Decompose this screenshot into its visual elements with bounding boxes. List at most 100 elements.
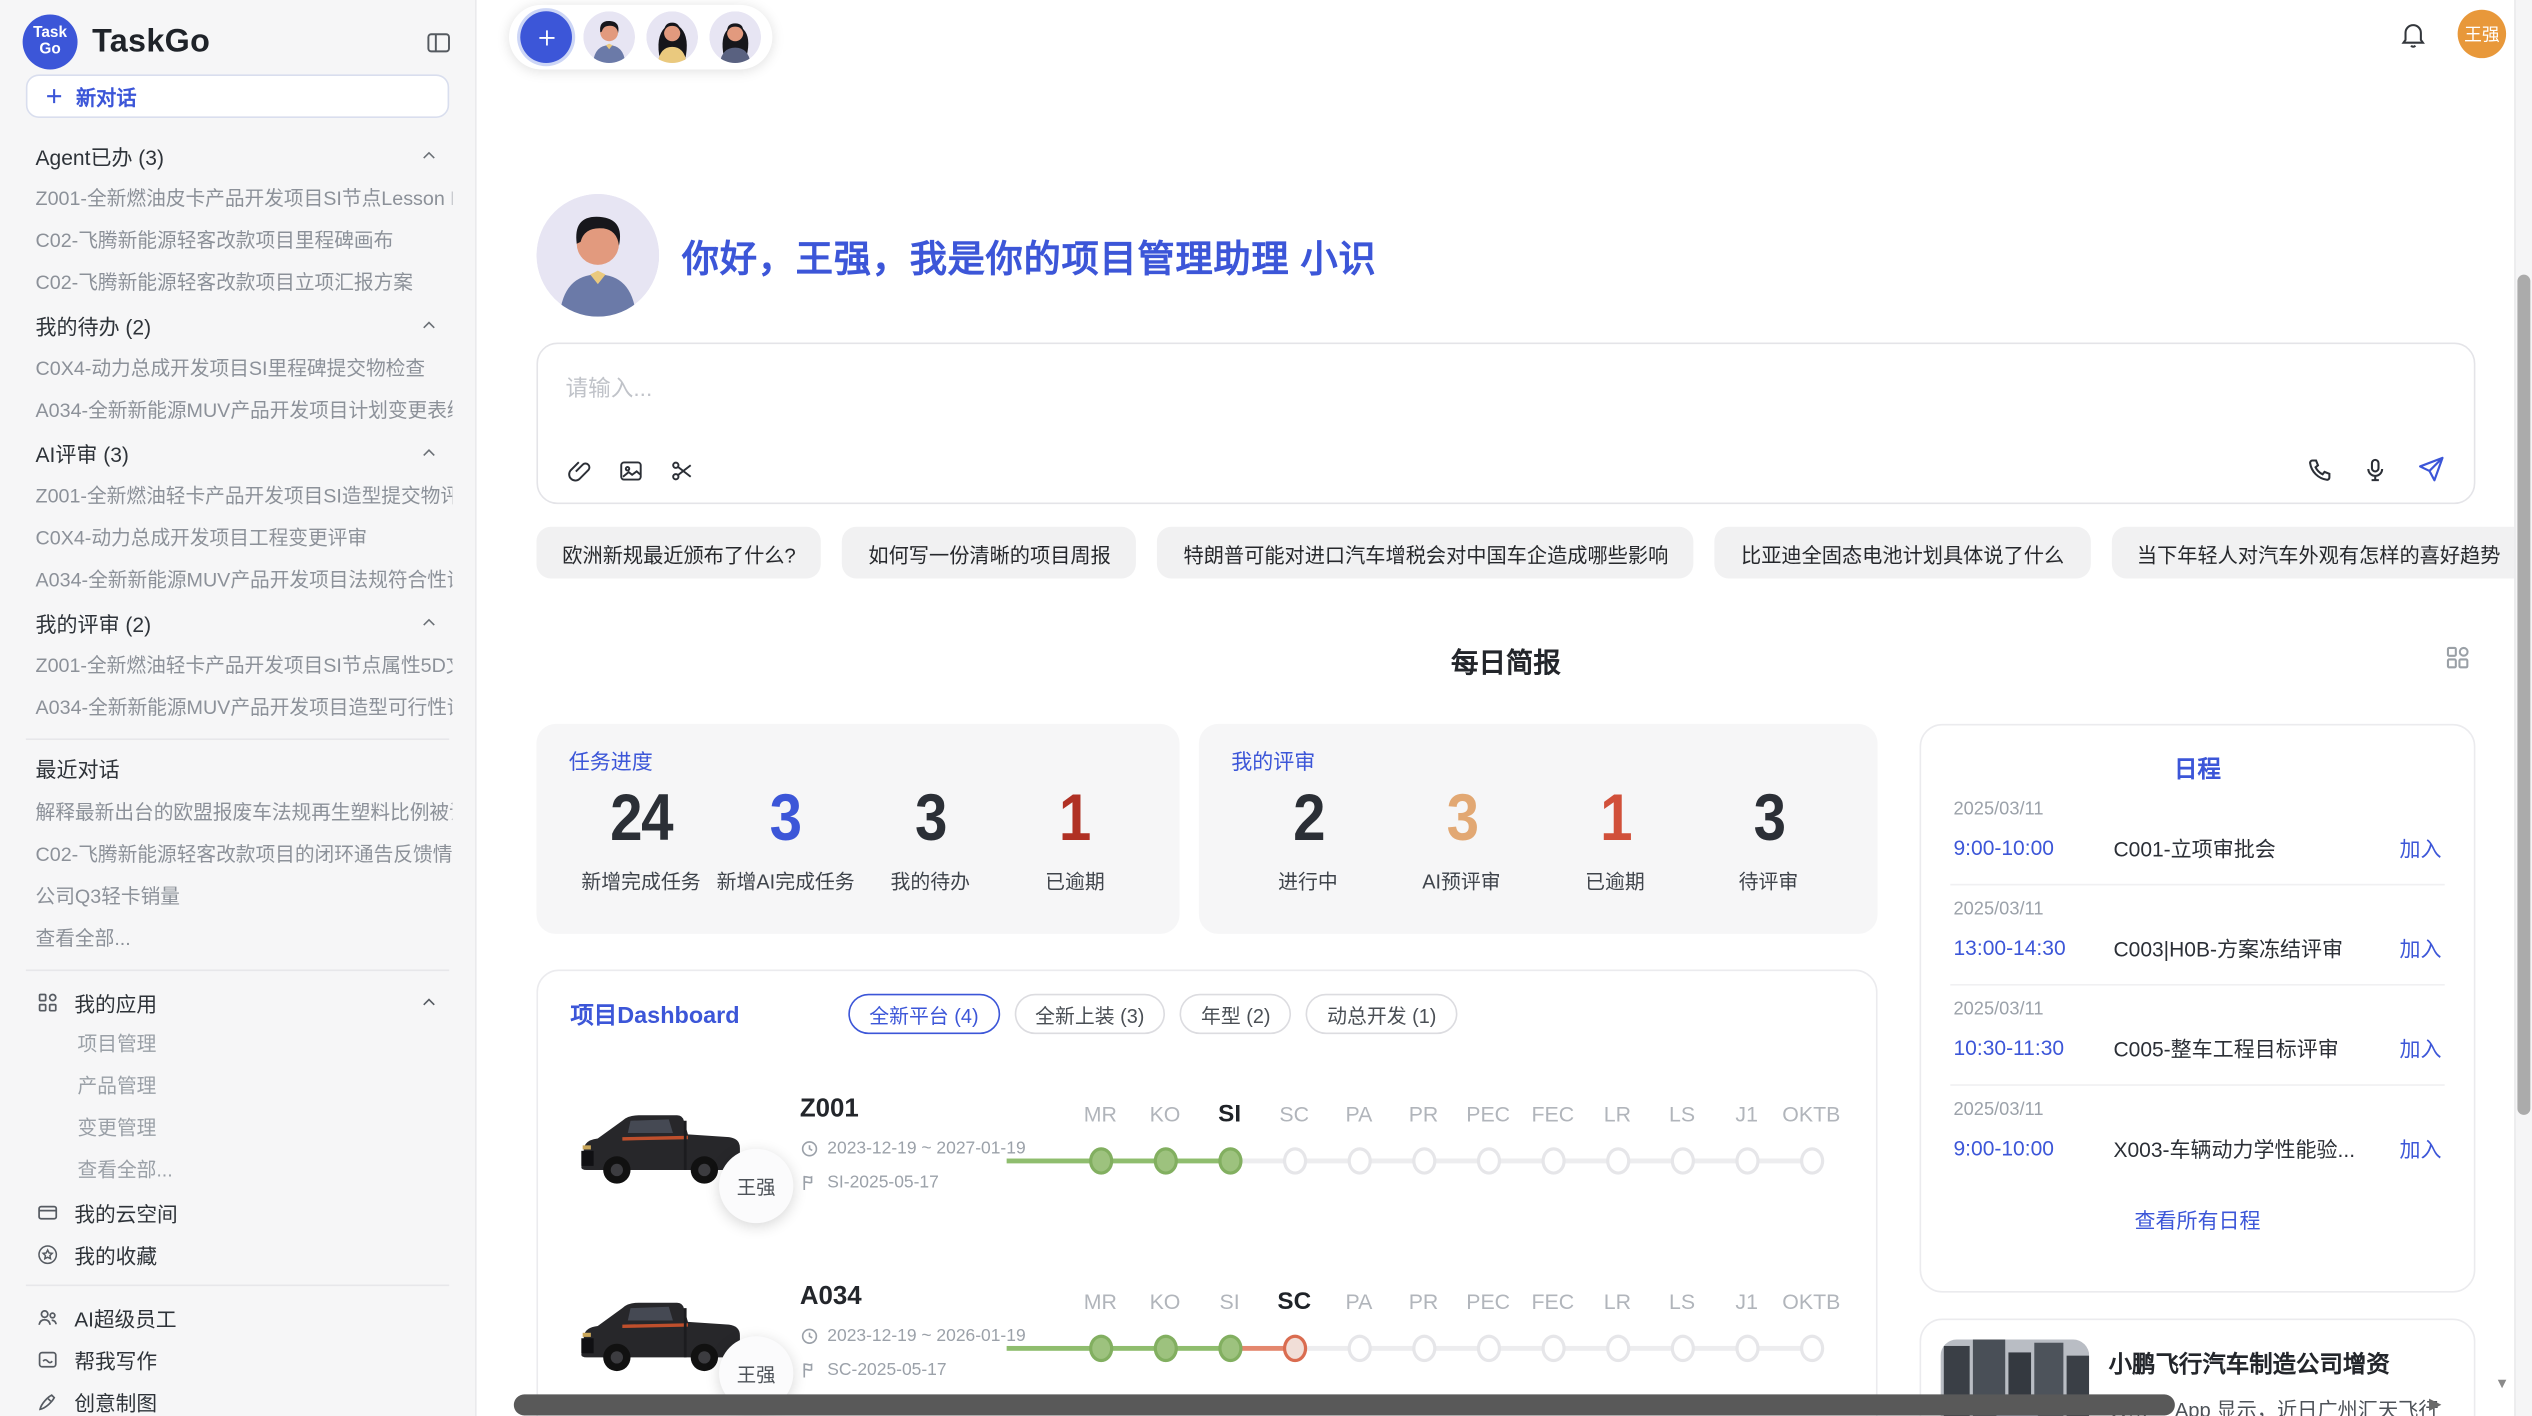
chevron-up-icon[interactable] bbox=[418, 145, 439, 166]
sidebar-item-ai-staff[interactable]: AI超级员工 bbox=[23, 1296, 453, 1338]
milestone-label: KO bbox=[1133, 1099, 1198, 1131]
recent-chat-item[interactable]: C02-飞腾新能源轻客改款项目的闭环通告反馈情况 bbox=[23, 834, 453, 876]
chevron-up-icon[interactable] bbox=[418, 315, 439, 336]
sidebar-task-item[interactable]: C0X4-动力总成开发项目SI里程碑提交物检查 bbox=[23, 347, 453, 389]
sidebar-section-header[interactable]: AI评审 (3) bbox=[23, 431, 453, 475]
suggestion-chip[interactable]: 如何写一份清晰的项目周报 bbox=[843, 527, 1137, 579]
sidebar-task-item[interactable]: C0X4-动力总成开发项目工程变更评审 bbox=[23, 517, 453, 559]
suggestion-chip[interactable]: 当下年轻人对汽车外观有怎样的喜好趋势 bbox=[2111, 527, 2526, 579]
project-milestone-flag: SI-2025-05-17 bbox=[800, 1173, 1059, 1192]
sidebar-task-item[interactable]: A034-全新新能源MUV产品开发项目法规符合性评审 bbox=[23, 559, 453, 601]
sidebar-task-item[interactable]: A034-全新新能源MUV产品开发项目计划变更表编写 bbox=[23, 389, 453, 431]
milestone-dot[interactable] bbox=[1218, 1335, 1242, 1362]
milestone-dot[interactable] bbox=[1670, 1147, 1694, 1174]
sidebar-item-creative-drawing[interactable]: 创意制图 bbox=[23, 1380, 453, 1416]
sidebar-task-item[interactable]: Z001-全新燃油轻卡产品开发项目SI造型提交物评审 bbox=[23, 475, 453, 517]
milestone-dot[interactable] bbox=[1088, 1147, 1112, 1174]
milestone-dot[interactable] bbox=[1153, 1147, 1177, 1174]
milestone-dot[interactable] bbox=[1476, 1147, 1500, 1174]
dashboard-filter-chip[interactable]: 年型 (2) bbox=[1180, 994, 1292, 1034]
sidebar-collapse-icon[interactable] bbox=[425, 28, 452, 55]
project-row[interactable]: 王强A034 2023-12-19 ~ 2026-01-19 SC-2025-0… bbox=[570, 1254, 1843, 1409]
sidebar-section-header[interactable]: Agent已办 (3) bbox=[23, 134, 453, 178]
join-meeting-link[interactable]: 加入 bbox=[2399, 932, 2441, 963]
app-item-view-all[interactable]: 查看全部... bbox=[65, 1149, 453, 1191]
milestone-dot[interactable] bbox=[1541, 1335, 1565, 1362]
milestone-dot[interactable] bbox=[1411, 1147, 1435, 1174]
milestone-dot[interactable] bbox=[1735, 1147, 1759, 1174]
app-item-project-mgmt[interactable]: 项目管理 bbox=[65, 1023, 453, 1065]
chevron-up-icon[interactable] bbox=[418, 991, 439, 1012]
image-icon[interactable] bbox=[617, 457, 644, 484]
scroll-right-arrow-icon[interactable]: ▶ bbox=[2429, 1396, 2441, 1414]
layout-grid-icon[interactable] bbox=[2443, 643, 2472, 672]
attachment-icon[interactable] bbox=[566, 457, 593, 484]
milestone-dot[interactable] bbox=[1605, 1335, 1629, 1362]
sidebar-section-header[interactable]: 我的评审 (2) bbox=[23, 601, 453, 645]
project-row[interactable]: 王强Z001 2023-12-19 ~ 2027-01-19 SI-2025-0… bbox=[570, 1066, 1843, 1221]
user-avatar[interactable]: 王强 bbox=[2458, 10, 2506, 58]
milestone-dot[interactable] bbox=[1282, 1147, 1306, 1174]
sidebar-item-write-helper[interactable]: 帮我写作 bbox=[23, 1338, 453, 1380]
send-icon[interactable] bbox=[2416, 454, 2447, 485]
milestone-dot[interactable] bbox=[1282, 1335, 1306, 1362]
phone-icon[interactable] bbox=[2306, 455, 2335, 484]
horizontal-scrollbar[interactable] bbox=[514, 1394, 2459, 1415]
join-meeting-link[interactable]: 加入 bbox=[2399, 1133, 2441, 1164]
new-chat-button[interactable]: 新对话 bbox=[26, 74, 449, 118]
milestone-dot[interactable] bbox=[1799, 1147, 1823, 1174]
sidebar-task-item[interactable]: C02-飞腾新能源轻客改款项目里程碑画布 bbox=[23, 220, 453, 262]
agent-avatar-2[interactable] bbox=[646, 11, 698, 63]
schedule-time: 9:00-10:00 bbox=[1954, 835, 2114, 859]
dashboard-filter-chip[interactable]: 全新平台 (4) bbox=[848, 994, 999, 1034]
chevron-up-icon[interactable] bbox=[418, 443, 439, 464]
milestone-dot[interactable] bbox=[1347, 1335, 1371, 1362]
milestone-dot[interactable] bbox=[1347, 1147, 1371, 1174]
milestone-dot[interactable] bbox=[1799, 1335, 1823, 1362]
scroll-down-arrow-icon[interactable]: ▼ bbox=[2495, 1375, 2509, 1391]
dashboard-filter-chip[interactable]: 动总开发 (1) bbox=[1306, 994, 1457, 1034]
sidebar-task-item[interactable]: A034-全新新能源MUV产品开发项目造型可行性评审 bbox=[23, 687, 453, 729]
milestone-dot[interactable] bbox=[1476, 1335, 1500, 1362]
sidebar-item-my-apps[interactable]: 我的应用 bbox=[23, 981, 453, 1023]
sidebar-section-header[interactable]: 我的待办 (2) bbox=[23, 304, 453, 348]
recent-chat-item[interactable]: 解释最新出台的欧盟报废车法规再生塑料比例被调至15%... bbox=[23, 792, 453, 834]
milestone-dot[interactable] bbox=[1411, 1335, 1435, 1362]
app-item-change-mgmt[interactable]: 变更管理 bbox=[65, 1107, 453, 1149]
agent-avatar-1[interactable] bbox=[583, 11, 635, 63]
add-agent-button[interactable] bbox=[520, 11, 572, 63]
milestone-dot[interactable] bbox=[1088, 1335, 1112, 1362]
dashboard-filter-chip[interactable]: 全新上装 (3) bbox=[1014, 994, 1165, 1034]
milestone: PEC bbox=[1456, 1099, 1521, 1180]
join-meeting-link[interactable]: 加入 bbox=[2399, 832, 2441, 863]
milestone-dot[interactable] bbox=[1670, 1335, 1694, 1362]
notifications-bell-icon[interactable] bbox=[2398, 19, 2429, 50]
chevron-up-icon[interactable] bbox=[418, 612, 439, 633]
view-all-schedule-link[interactable]: 查看所有日程 bbox=[1950, 1204, 2444, 1235]
milestone-dot[interactable] bbox=[1735, 1335, 1759, 1362]
sidebar-task-item[interactable]: Z001-全新燃油皮卡产品开发项目SI节点Lesson Learn报告 bbox=[23, 178, 453, 220]
schedule-row: 9:00-10:00X003-车辆动力学性能验...加入 bbox=[1954, 1133, 2442, 1164]
join-meeting-link[interactable]: 加入 bbox=[2399, 1032, 2441, 1063]
milestone-dot[interactable] bbox=[1218, 1147, 1242, 1174]
agent-avatar-3[interactable] bbox=[709, 11, 761, 63]
sidebar-task-item[interactable]: C02-飞腾新能源轻客改款项目立项汇报方案 bbox=[23, 262, 453, 304]
scissors-icon[interactable] bbox=[669, 457, 696, 484]
sidebar-item-favorites[interactable]: 我的收藏 bbox=[23, 1233, 453, 1275]
milestone-dot[interactable] bbox=[1153, 1335, 1177, 1362]
recent-chat-item[interactable]: 公司Q3轻卡销量 bbox=[23, 876, 453, 918]
microphone-icon[interactable] bbox=[2361, 455, 2390, 484]
sidebar-item-cloud-space[interactable]: 我的云空间 bbox=[23, 1191, 453, 1233]
app-item-product-mgmt[interactable]: 产品管理 bbox=[65, 1065, 453, 1107]
milestone-dot[interactable] bbox=[1541, 1147, 1565, 1174]
suggestion-chip[interactable]: 欧洲新规最近颁布了什么? bbox=[536, 527, 821, 579]
recent-chat-view-all[interactable]: 查看全部... bbox=[23, 918, 453, 960]
suggestion-chip[interactable]: 比亚迪全固态电池计划具体说了什么 bbox=[1715, 527, 2090, 579]
suggestion-chip[interactable]: 特朗普可能对进口汽车增税会对中国车企造成哪些影响 bbox=[1158, 527, 1694, 579]
horizontal-scrollbar-thumb[interactable] bbox=[514, 1394, 2175, 1415]
chat-input-box[interactable]: 请输入... bbox=[536, 343, 2475, 505]
milestone-dot[interactable] bbox=[1605, 1147, 1629, 1174]
sidebar-task-item[interactable]: Z001-全新燃油轻卡产品开发项目SI节点属性5D文件评审 bbox=[23, 645, 453, 687]
vertical-scrollbar[interactable] bbox=[2514, 0, 2532, 1416]
vertical-scrollbar-thumb[interactable] bbox=[2517, 275, 2530, 1115]
